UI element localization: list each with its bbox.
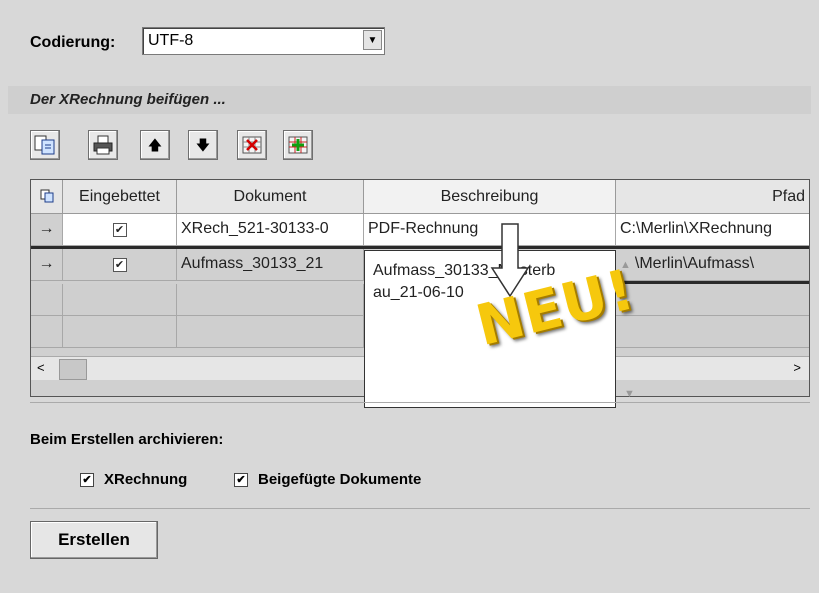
embedded-checkbox[interactable]: ✔ bbox=[112, 223, 127, 237]
row-indicator[interactable]: → bbox=[31, 249, 63, 281]
document-cell[interactable]: Aufmass_30133_21 bbox=[177, 249, 364, 281]
empty-cell bbox=[616, 284, 809, 316]
empty-cell bbox=[177, 316, 364, 348]
grid-corner bbox=[31, 180, 63, 214]
path-cell[interactable]: C:\Merlin\XRechnung bbox=[616, 214, 809, 246]
attach-section-header: Der XRechnung beifügen ... bbox=[8, 86, 811, 114]
row-indicator[interactable]: → bbox=[31, 214, 63, 246]
path-cell-text: \Merlin\Aufmass\ bbox=[634, 255, 755, 272]
add-document-button[interactable] bbox=[283, 130, 313, 160]
archive-attachments-label: Beigefügte Dokumente bbox=[258, 471, 422, 488]
empty-cell bbox=[63, 284, 177, 316]
print-button[interactable] bbox=[88, 130, 118, 160]
empty-cell bbox=[63, 316, 177, 348]
scrollbar-thumb[interactable] bbox=[59, 359, 87, 380]
chevron-down-icon[interactable]: ▼ bbox=[363, 30, 382, 50]
scroll-right-icon[interactable]: > bbox=[793, 360, 801, 375]
column-header-document[interactable]: Dokument bbox=[177, 180, 364, 214]
delete-document-button[interactable] bbox=[237, 130, 267, 160]
create-button[interactable]: Erstellen bbox=[30, 521, 158, 559]
move-up-icon: 🡅 bbox=[147, 137, 163, 153]
delete-icon bbox=[242, 136, 262, 154]
copy-icon bbox=[34, 135, 55, 155]
grid-corner-icon bbox=[40, 189, 53, 203]
path-cell[interactable]: ▲ \Merlin\Aufmass\ bbox=[616, 249, 809, 281]
checkbox-checked-icon[interactable]: ✔ bbox=[234, 473, 248, 488]
divider bbox=[30, 402, 810, 403]
document-cell[interactable]: XRech_521-30133-0 bbox=[177, 214, 364, 246]
move-up-button[interactable]: 🡅 bbox=[140, 130, 170, 160]
checkbox-checked-icon[interactable]: ✔ bbox=[80, 473, 94, 488]
scroll-down-icon: ▼ bbox=[624, 388, 635, 400]
archive-xrechnung-checkbox[interactable]: ✔ XRechnung bbox=[80, 471, 187, 488]
archive-attachments-checkbox[interactable]: ✔ Beigefügte Dokumente bbox=[234, 471, 421, 488]
scroll-left-icon[interactable]: < bbox=[37, 360, 45, 375]
empty-cell bbox=[177, 284, 364, 316]
encoding-select[interactable]: UTF-8 ▼ bbox=[142, 27, 385, 55]
add-icon bbox=[288, 136, 308, 154]
empty-cell bbox=[31, 284, 63, 316]
archive-label: Beim Erstellen archivieren: bbox=[30, 431, 224, 448]
column-header-description[interactable]: Beschreibung bbox=[364, 180, 616, 214]
encoding-label: Codierung: bbox=[30, 34, 116, 51]
embedded-cell[interactable]: ✔ bbox=[63, 249, 177, 281]
copy-button[interactable] bbox=[30, 130, 60, 160]
column-header-embedded[interactable]: Eingebettet bbox=[63, 180, 177, 214]
embedded-checkbox[interactable]: ✔ bbox=[112, 258, 127, 272]
attach-section-title: Der XRechnung beifügen ... bbox=[30, 91, 226, 108]
move-down-button[interactable]: 🡇 bbox=[188, 130, 218, 160]
move-down-icon: 🡇 bbox=[195, 137, 211, 153]
empty-cell bbox=[31, 316, 63, 348]
divider bbox=[30, 508, 810, 509]
empty-cell bbox=[616, 316, 809, 348]
encoding-select-value: UTF-8 bbox=[148, 32, 194, 49]
column-header-path[interactable]: Pfad bbox=[616, 180, 809, 214]
embedded-cell[interactable]: ✔ bbox=[63, 214, 177, 246]
print-icon bbox=[93, 135, 113, 155]
archive-xrechnung-label: XRechnung bbox=[104, 471, 188, 488]
